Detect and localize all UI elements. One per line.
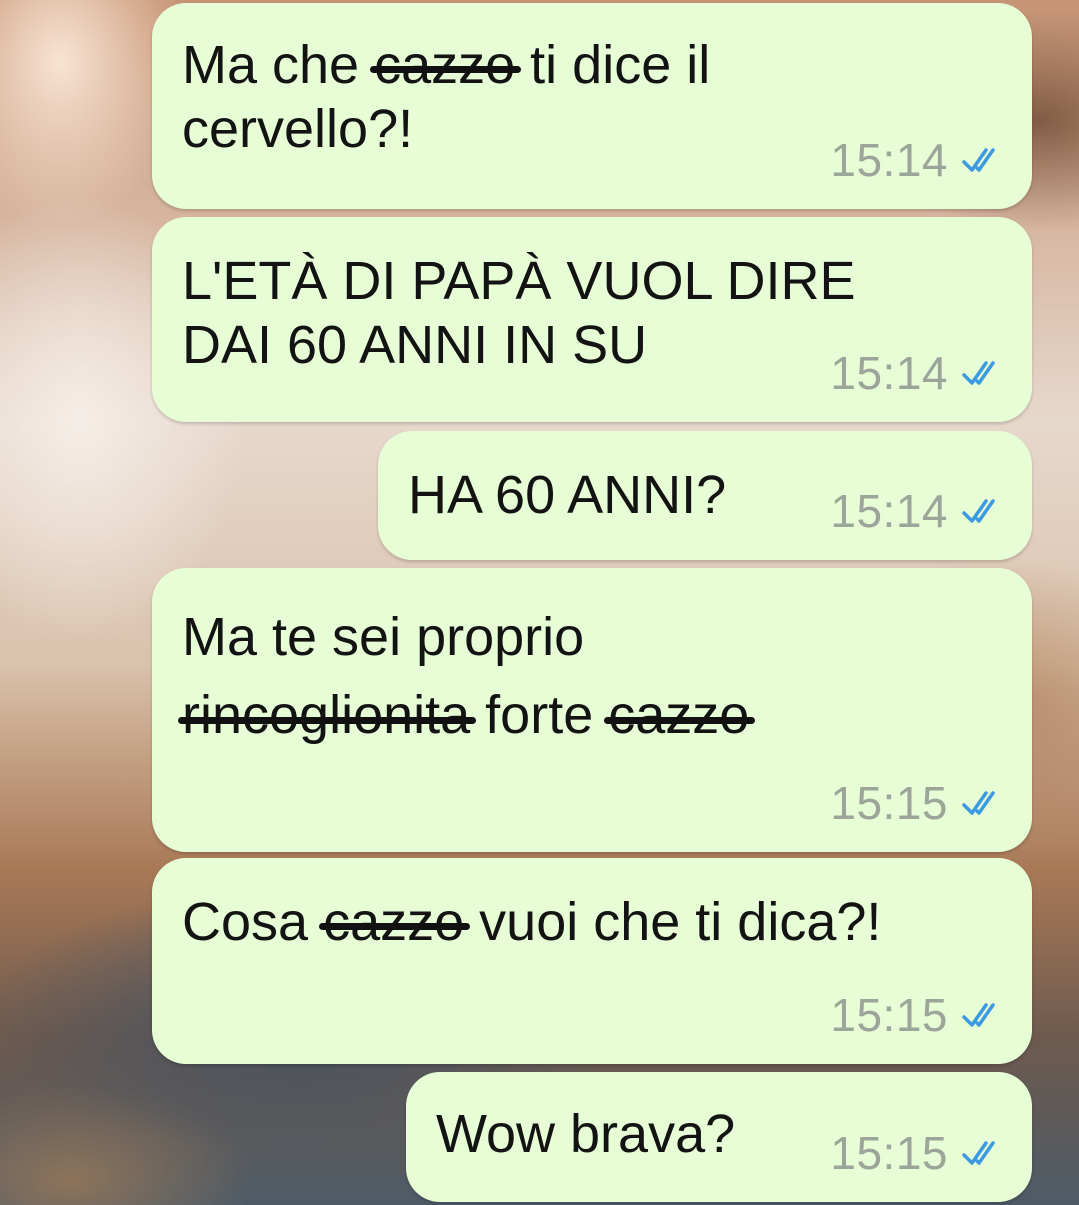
message-meta: 15:15	[830, 776, 1006, 830]
double-check-read-icon	[960, 357, 1006, 389]
censored-word: cazzo	[370, 35, 522, 95]
message-time: 15:14	[830, 485, 948, 537]
text-segment: Ma che	[182, 35, 375, 95]
message-bubble[interactable]: Wow brava? 15:15	[406, 1072, 1032, 1202]
message-text: Ma te sei proprio rincoglionita forte ca…	[177, 598, 756, 754]
message-bubble[interactable]: Ma te sei proprio rincoglionita forte ca…	[152, 568, 1032, 852]
message-bubble[interactable]: Cosa cazzo vuoi che ti dica?! 15:15	[152, 858, 1032, 1064]
message-time: 15:15	[830, 777, 948, 829]
text-segment: forte	[470, 685, 609, 745]
message-text: HA 60 ANNI?	[408, 463, 726, 527]
double-check-read-icon	[960, 787, 1006, 819]
message-meta: 15:14	[830, 484, 1006, 538]
text-segment: Cosa	[182, 892, 324, 952]
message-meta: 15:14	[830, 346, 1006, 400]
censored-word: rincoglionita	[177, 676, 477, 754]
double-check-read-icon	[960, 999, 1006, 1031]
message-list[interactable]: Ma che cazzo ti dice il cervello?! 15:14…	[0, 0, 1079, 1205]
message-bubble[interactable]: Ma che cazzo ti dice il cervello?! 15:14	[152, 3, 1032, 209]
message-meta: 15:15	[830, 1126, 1006, 1180]
double-check-read-icon	[960, 144, 1006, 176]
censored-word: cazzo	[319, 892, 471, 952]
double-check-read-icon	[960, 495, 1006, 527]
message-text: L'ETÀ DI PAPÀ VUOL DIRE DAI 60 ANNI IN S…	[182, 249, 856, 377]
message-time: 15:14	[830, 134, 948, 186]
message-bubble[interactable]: HA 60 ANNI? 15:14	[378, 431, 1032, 560]
message-meta: 15:15	[830, 988, 1006, 1042]
message-time: 15:14	[830, 347, 948, 399]
double-check-read-icon	[960, 1137, 1006, 1169]
message-time: 15:15	[830, 989, 948, 1041]
message-time: 15:15	[830, 1127, 948, 1179]
message-text: Cosa cazzo vuoi che ti dica?!	[182, 890, 881, 954]
message-meta: 15:14	[830, 133, 1006, 187]
text-segment: HA 60 ANNI?	[408, 465, 727, 525]
text-segment: Wow brava?	[436, 1104, 736, 1164]
censored-word: cazzo	[604, 676, 756, 754]
message-bubble[interactable]: L'ETÀ DI PAPÀ VUOL DIRE DAI 60 ANNI IN S…	[152, 217, 1032, 422]
text-segment: L'ETÀ DI PAPÀ VUOL DIRE DAI 60 ANNI IN S…	[182, 251, 856, 375]
message-text: Ma che cazzo ti dice il cervello?!	[182, 33, 710, 161]
text-segment: Ma te sei proprio	[182, 607, 585, 667]
text-segment: vuoi che ti dica?!	[464, 892, 882, 952]
message-text: Wow brava?	[436, 1102, 735, 1166]
